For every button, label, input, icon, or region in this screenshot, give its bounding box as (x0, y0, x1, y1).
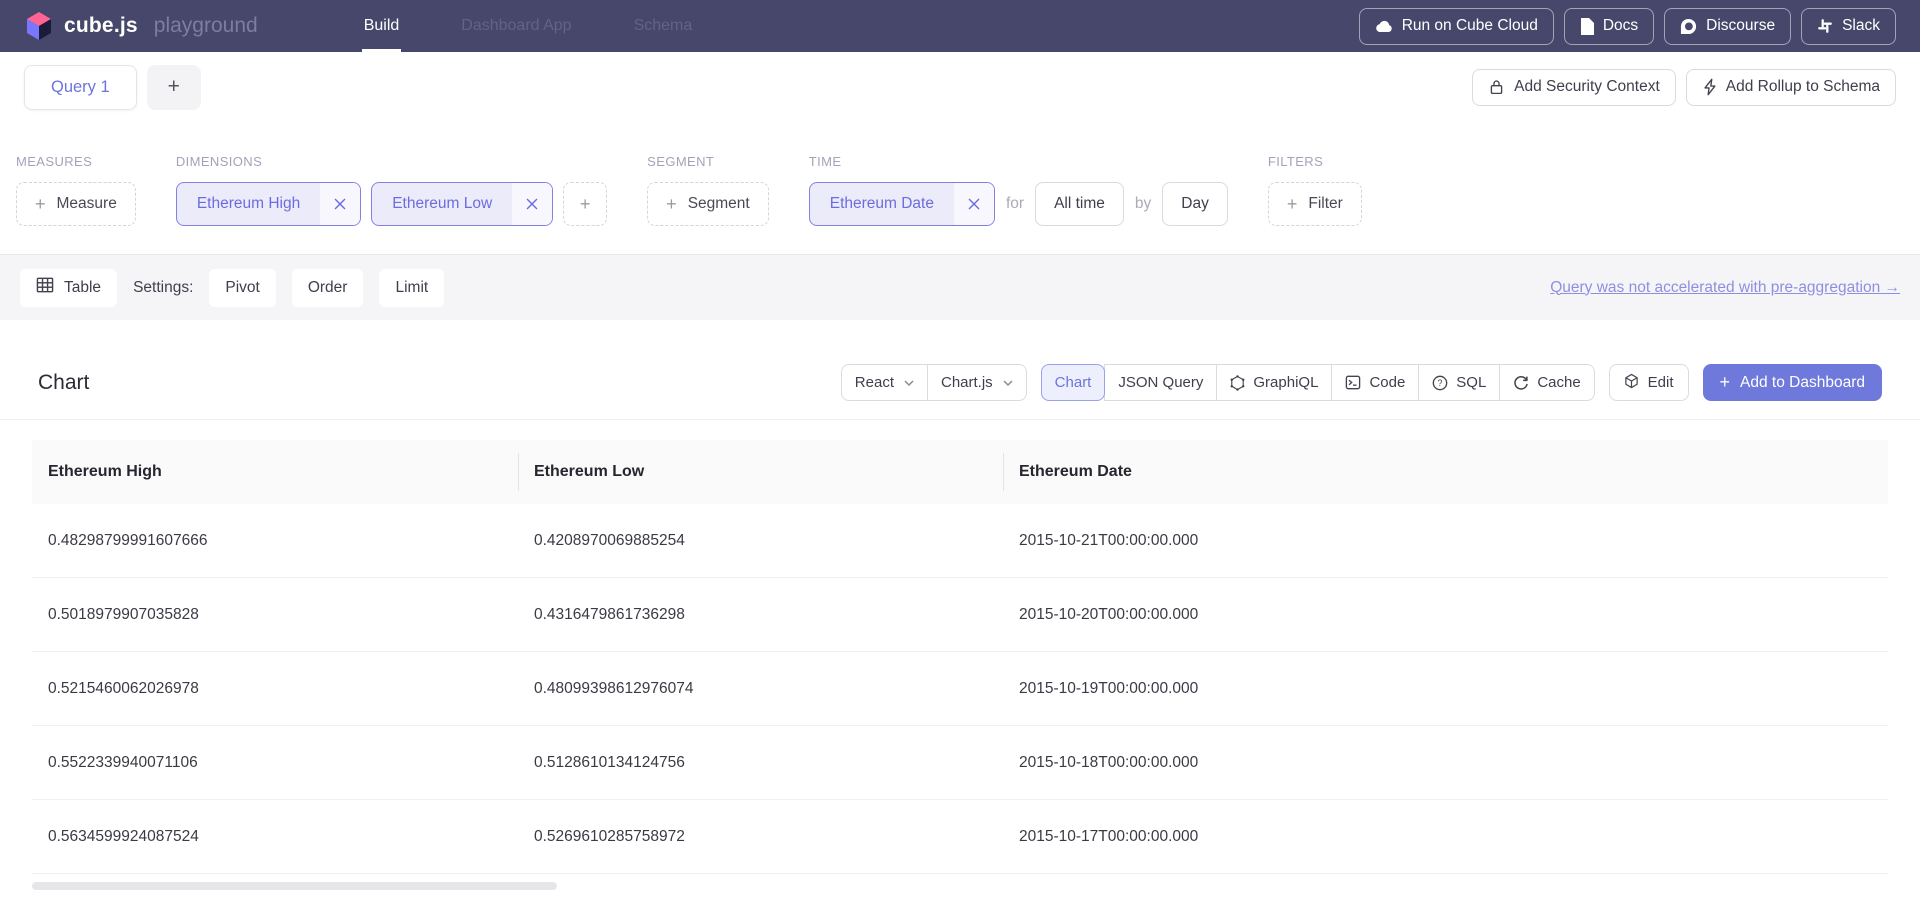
query-tabs-row: Query 1 + Add Security Context Add Rollu… (0, 52, 1920, 122)
result-view-tabs: Chart JSON Query GraphiQL (1041, 364, 1595, 401)
docs-button[interactable]: Docs (1564, 8, 1654, 45)
chevron-down-icon (904, 380, 914, 386)
add-to-dashboard-button[interactable]: + Add to Dashboard (1703, 364, 1882, 401)
time-group: TIME Ethereum Date for All time by Day (809, 154, 1228, 226)
discourse-icon (1680, 18, 1697, 35)
table-row: 0.5215460062026978 0.48099398612976074 2… (32, 652, 1888, 726)
order-button[interactable]: Order (292, 269, 364, 307)
framework-select[interactable]: React (841, 364, 928, 401)
table-row: 0.48298799991607666 0.4208970069885254 2… (32, 504, 1888, 578)
cloud-icon (1375, 20, 1393, 33)
plus-icon: + (35, 194, 46, 215)
chevron-down-icon (1003, 380, 1013, 386)
tab-chart[interactable]: Chart (1041, 364, 1106, 401)
run-on-cube-cloud-button[interactable]: Run on Cube Cloud (1359, 8, 1554, 45)
docs-file-icon (1580, 18, 1594, 35)
graphql-icon (1230, 375, 1245, 391)
add-rollup-to-schema-button[interactable]: Add Rollup to Schema (1686, 69, 1896, 106)
code-terminal-icon (1345, 375, 1361, 390)
table-row: 0.5634599924087524 0.5269610285758972 20… (32, 800, 1888, 874)
chart-controls: React Chart.js Chart JSON Query (841, 364, 1882, 401)
dimension-chip-ethereum-high[interactable]: Ethereum High (176, 182, 361, 226)
navbar-actions: Run on Cube Cloud Docs Discourse (1359, 8, 1896, 45)
main-nav: Build Dashboard App Schema (362, 0, 695, 52)
granularity-button[interactable]: Day (1162, 182, 1228, 226)
plus-icon: + (1287, 194, 1298, 215)
table-row: 0.5522339940071106 0.5128610134124756 20… (32, 726, 1888, 800)
table-header-row: Ethereum High Ethereum Low Ethereum Date (32, 440, 1888, 504)
tabs-row-actions: Add Security Context Add Rollup to Schem… (1472, 69, 1896, 106)
svg-text:?: ? (1438, 378, 1443, 388)
add-dimension-button[interactable]: + (563, 182, 607, 226)
chart-title: Chart (38, 371, 89, 395)
add-security-context-button[interactable]: Add Security Context (1472, 69, 1676, 106)
close-icon[interactable] (512, 183, 552, 225)
time-label: TIME (809, 154, 1228, 169)
add-query-tab-button[interactable]: + (147, 65, 201, 110)
add-measure-button[interactable]: + Measure (16, 182, 136, 226)
measures-label: MEASURES (16, 154, 136, 169)
tab-graphiql[interactable]: GraphiQL (1216, 364, 1332, 401)
tab-sql[interactable]: ? SQL (1418, 364, 1500, 401)
plus-icon: + (580, 194, 591, 215)
library-select[interactable]: Chart.js (927, 364, 1027, 401)
plus-icon: + (1720, 372, 1731, 393)
slack-button[interactable]: Slack (1801, 8, 1896, 45)
pivot-button[interactable]: Pivot (209, 269, 275, 307)
sync-icon (1513, 375, 1529, 391)
result-table: Ethereum High Ethereum Low Ethereum Date… (32, 440, 1888, 890)
discourse-button[interactable]: Discourse (1664, 8, 1791, 45)
brand-suffix: playground (154, 14, 258, 38)
segment-label: SEGMENT (647, 154, 769, 169)
nav-item-build[interactable]: Build (362, 0, 402, 52)
brand-logo: cube.js playground (24, 10, 258, 42)
settings-label: Settings: (133, 279, 193, 297)
table-row: 0.5018979907035828 0.4316479861736298 20… (32, 578, 1888, 652)
brand-name: cube.js (64, 14, 138, 38)
column-header-ethereum-high: Ethereum High (32, 440, 518, 504)
filters-label: FILTERS (1268, 154, 1362, 169)
nav-item-schema[interactable]: Schema (632, 0, 695, 52)
filters-group: FILTERS + Filter (1268, 154, 1362, 226)
limit-button[interactable]: Limit (379, 269, 444, 307)
tab-json-query[interactable]: JSON Query (1104, 364, 1217, 401)
query-tab-1[interactable]: Query 1 (24, 65, 137, 110)
column-header-ethereum-low: Ethereum Low (518, 440, 1003, 504)
nav-item-dashboard-app[interactable]: Dashboard App (459, 0, 573, 52)
results-settings-bar: Table Settings: Pivot Order Limit Query … (0, 254, 1920, 320)
dimension-chip-ethereum-low[interactable]: Ethereum Low (371, 182, 553, 226)
for-label: for (1005, 195, 1025, 213)
close-icon[interactable] (320, 183, 360, 225)
table-view-button[interactable]: Table (20, 269, 117, 307)
by-label: by (1134, 195, 1152, 213)
table-grid-icon (36, 277, 54, 298)
lock-icon (1488, 78, 1505, 96)
cube-logo-icon (24, 10, 54, 42)
slack-icon (1817, 18, 1833, 34)
cube-edit-icon (1624, 373, 1639, 393)
measures-group: MEASURES + Measure (16, 154, 136, 226)
time-chip-ethereum-date[interactable]: Ethereum Date (809, 182, 995, 226)
edit-button[interactable]: Edit (1609, 364, 1689, 401)
add-filter-button[interactable]: + Filter (1268, 182, 1362, 226)
top-navbar: cube.js playground Build Dashboard App S… (0, 0, 1920, 52)
bolt-icon (1702, 78, 1717, 96)
chart-panel-header: Chart React Chart.js Chart JSON Query (0, 320, 1920, 420)
preaggregation-link[interactable]: Query was not accelerated with pre-aggre… (1550, 279, 1900, 297)
question-circle-icon: ? (1432, 375, 1448, 391)
tab-code[interactable]: SQL Code (1331, 364, 1419, 401)
plus-icon: + (666, 194, 677, 215)
segment-group: SEGMENT + Segment (647, 154, 769, 226)
horizontal-scrollbar-thumb[interactable] (32, 882, 557, 890)
framework-library-selects: React Chart.js (841, 364, 1027, 401)
date-range-button[interactable]: All time (1035, 182, 1124, 226)
query-builder: MEASURES + Measure DIMENSIONS Ethereum H… (0, 122, 1920, 254)
dimensions-label: DIMENSIONS (176, 154, 607, 169)
column-header-ethereum-date: Ethereum Date (1003, 440, 1888, 504)
close-icon[interactable] (954, 183, 994, 225)
add-segment-button[interactable]: + Segment (647, 182, 769, 226)
tab-cache[interactable]: Cache (1499, 364, 1594, 401)
dimensions-group: DIMENSIONS Ethereum High Ethereum Low + (176, 154, 607, 226)
